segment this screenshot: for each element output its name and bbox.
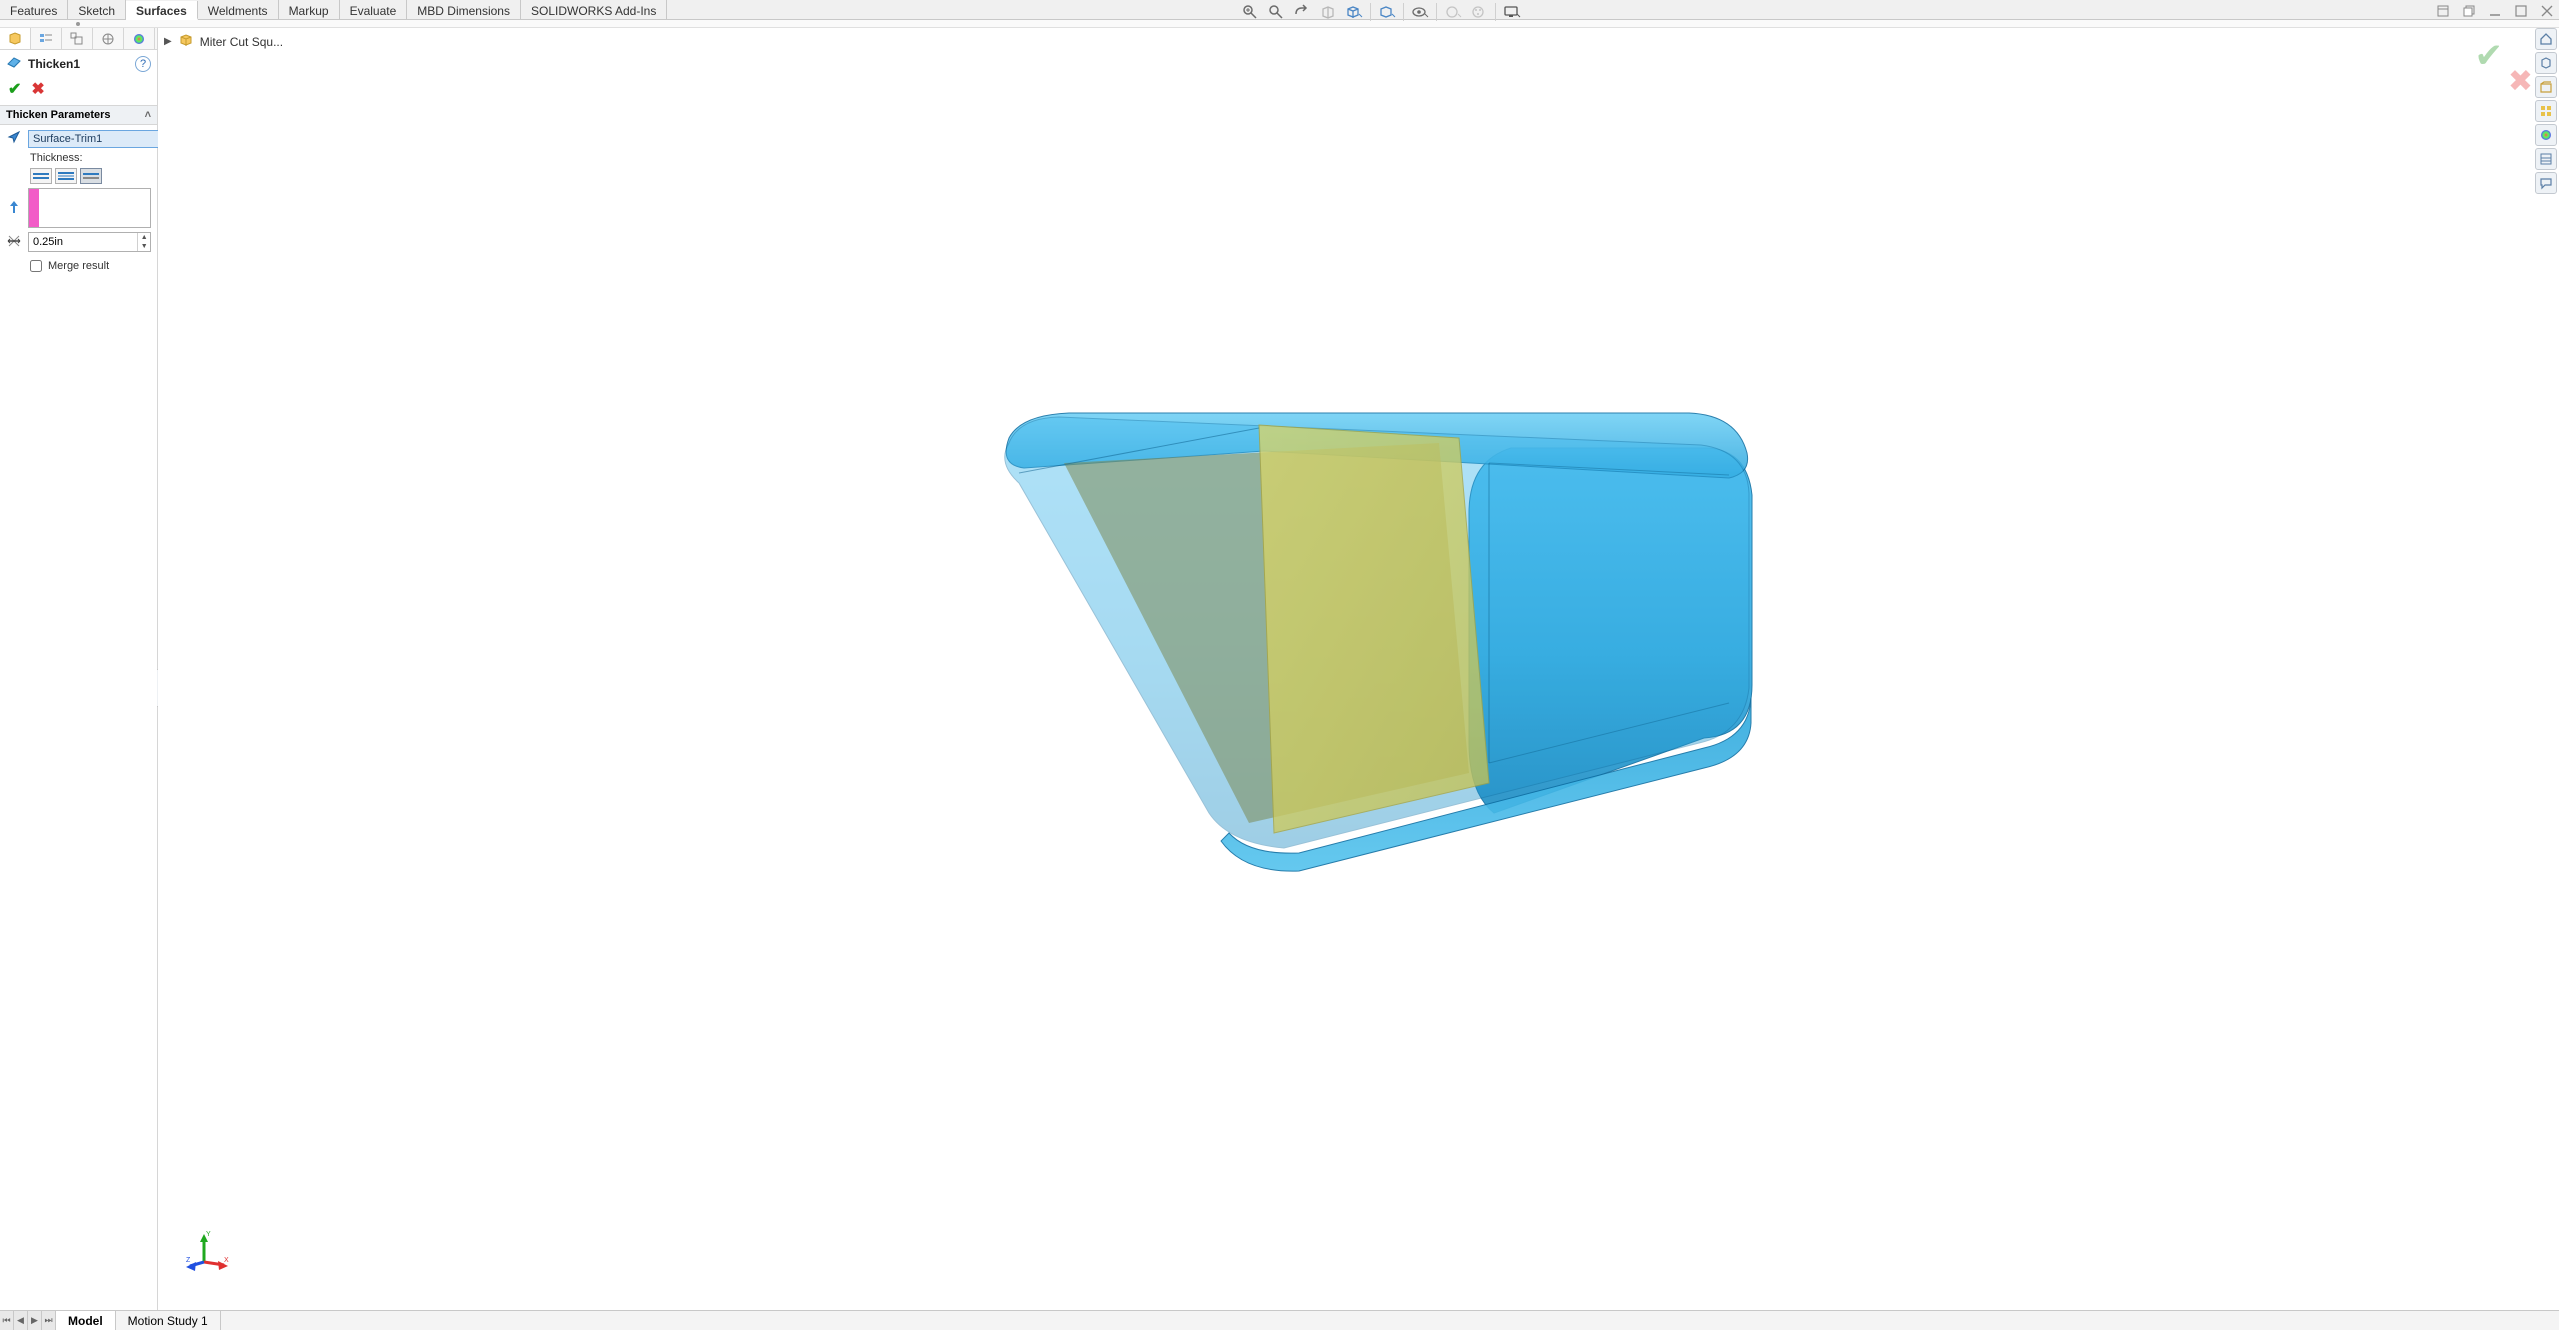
cm-tab-mbd[interactable]: MBD Dimensions [407, 0, 521, 19]
tp-appearances-icon[interactable] [2535, 124, 2557, 146]
direction-side2-button[interactable] [80, 168, 102, 184]
spinner-down-icon[interactable]: ▼ [138, 242, 150, 251]
section-view-icon[interactable] [1318, 2, 1338, 22]
cancel-button[interactable]: ✖ [31, 79, 44, 99]
window-controls [2435, 3, 2555, 19]
view-settings-icon[interactable] [1502, 2, 1522, 22]
cm-tab-features[interactable]: Features [0, 0, 68, 19]
bottom-tab-motion[interactable]: Motion Study 1 [116, 1311, 221, 1330]
thickness-label: Thickness: [6, 152, 151, 164]
tab-nav-next[interactable]: ▶ [28, 1311, 42, 1330]
tab-nav-first[interactable]: ⏮ [0, 1311, 14, 1330]
model-preview [929, 403, 1789, 883]
display-style-icon[interactable] [1377, 2, 1397, 22]
tp-resources-icon[interactable] [2535, 52, 2557, 74]
spinner-up-icon[interactable]: ▲ [138, 233, 150, 242]
thickness-dim-icon [6, 233, 22, 252]
pm-tab-config[interactable] [62, 28, 93, 49]
pm-title: Thicken1 [28, 57, 80, 71]
thickness-color-swatch [29, 189, 39, 227]
view-orientation-icon[interactable] [1344, 2, 1364, 22]
tab-nav-last[interactable]: ⏭ [42, 1311, 56, 1330]
reverse-direction-icon[interactable] [6, 199, 22, 218]
graphics-area[interactable]: ▶ Miter Cut Squ... ✔ ✖ [158, 28, 2559, 1310]
maximize-icon[interactable] [2513, 3, 2529, 19]
zoom-fit-icon[interactable] [1240, 2, 1260, 22]
tp-library-icon[interactable] [2535, 76, 2557, 98]
selection-icon [6, 129, 22, 148]
merge-result-input[interactable] [30, 260, 42, 272]
property-manager-panel: Thicken1 ? ✔ ✖ Thicken Parameters ˄ Thic… [0, 28, 158, 1310]
direction-both-button[interactable] [55, 168, 77, 184]
ok-button[interactable]: ✔ [8, 79, 21, 99]
direction-buttons [30, 168, 102, 184]
svg-text:X: X [224, 1257, 229, 1264]
bottom-tab-model[interactable]: Model [56, 1311, 116, 1330]
pm-tab-feature-tree[interactable] [0, 28, 31, 49]
part-icon [178, 32, 194, 51]
hide-show-icon[interactable] [1410, 2, 1430, 22]
svg-text:Y: Y [206, 1231, 211, 1238]
pm-tab-property[interactable] [31, 28, 62, 49]
zoom-area-icon[interactable] [1266, 2, 1286, 22]
tab-nav-prev[interactable]: ◀ [14, 1311, 28, 1330]
cm-tab-addins[interactable]: SOLIDWORKS Add-Ins [521, 0, 667, 19]
pm-tab-display[interactable] [124, 28, 155, 49]
cm-tab-evaluate[interactable]: Evaluate [340, 0, 408, 19]
orientation-triad[interactable]: Y X Z [186, 1232, 228, 1274]
tp-forum-icon[interactable] [2535, 172, 2557, 194]
thickness-input[interactable] [29, 236, 137, 248]
reject-feature-button[interactable]: ✖ [2508, 64, 2533, 99]
tp-custom-props-icon[interactable] [2535, 148, 2557, 170]
restore-down-icon[interactable] [2461, 3, 2477, 19]
edit-appearance-icon[interactable] [1443, 2, 1463, 22]
svg-text:Z: Z [186, 1257, 191, 1264]
close-icon[interactable] [2539, 3, 2555, 19]
chevron-up-icon: ˄ [145, 109, 151, 121]
pm-ok-cancel: ✔ ✖ [0, 77, 157, 105]
minimize-icon[interactable] [2487, 3, 2503, 19]
cm-tab-weldments[interactable]: Weldments [198, 0, 279, 19]
direction-side1-button[interactable] [30, 168, 52, 184]
tp-home-icon[interactable] [2535, 28, 2557, 50]
tp-view-palette-icon[interactable] [2535, 100, 2557, 122]
part-name: Miter Cut Squ... [200, 35, 283, 49]
pm-tab-strip [0, 28, 157, 50]
thicken-icon [6, 54, 22, 73]
pm-tab-dimxpert[interactable] [93, 28, 124, 49]
collapse-cm-icon[interactable] [2435, 3, 2451, 19]
merge-result-checkbox[interactable]: Merge result [6, 256, 151, 272]
bottom-tab-bar: ⏮ ◀ ▶ ⏭ Model Motion Study 1 [0, 1310, 2559, 1330]
task-pane [2535, 28, 2557, 194]
cm-tab-markup[interactable]: Markup [279, 0, 340, 19]
heads-up-toolbar [1240, 2, 1522, 22]
expand-tree-icon[interactable]: ▶ [164, 36, 172, 47]
merge-result-label: Merge result [48, 260, 109, 272]
help-icon[interactable]: ? [135, 56, 151, 72]
cm-tab-sketch[interactable]: Sketch [68, 0, 126, 19]
apply-scene-icon[interactable] [1469, 2, 1489, 22]
previous-view-icon[interactable] [1292, 2, 1312, 22]
pm-section-label: Thicken Parameters [6, 109, 111, 121]
cm-tab-surfaces[interactable]: Surfaces [126, 1, 198, 20]
pm-section-header[interactable]: Thicken Parameters ˄ [0, 105, 157, 125]
thickness-spinner[interactable]: ▲▼ [28, 232, 151, 252]
pm-header: Thicken1 ? [0, 50, 157, 77]
accept-feature-button[interactable]: ✔ [2475, 36, 2504, 76]
flyout-tree[interactable]: ▶ Miter Cut Squ... [164, 32, 283, 51]
